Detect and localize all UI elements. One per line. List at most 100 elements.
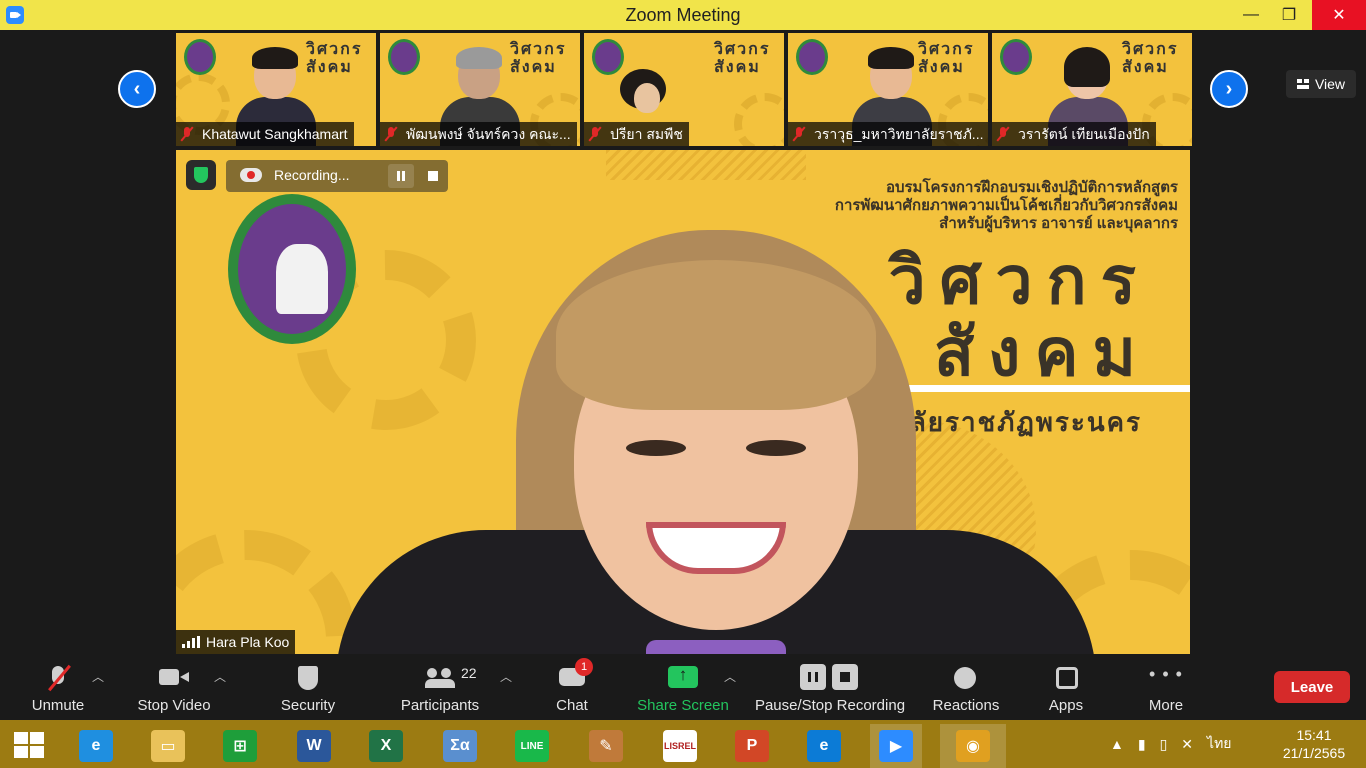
university-seal-icon [796,39,828,75]
participant-tile[interactable]: วิศวกร สังคม ปรียา สมพืช [584,33,784,146]
windows-start-button[interactable] [14,732,46,758]
math-icon: Σα [443,730,477,762]
leave-button[interactable]: Leave [1274,671,1350,703]
poster-line-3: สำหรับผู้บริหาร อาจารย์ และบุคลากร [939,215,1178,232]
mic-muted-icon [792,126,806,142]
word-icon: W [297,730,331,762]
apps-label: Apps [1048,697,1084,714]
taskbar-app[interactable]: e [70,724,122,768]
taskbar-app[interactable]: e [798,724,850,768]
chat-label: Chat [556,697,588,714]
file-explorer-icon: ▭ [151,730,185,762]
chevron-left-icon: ‹ [133,77,141,100]
gallery-prev-button[interactable]: ‹ [118,70,156,108]
taskbar-app[interactable]: ▶ [870,724,922,768]
taskbar-app[interactable]: ▭ [142,724,194,768]
smiley-icon [951,664,981,690]
share-screen-icon [668,664,698,690]
taskbar-app[interactable]: Σα [434,724,486,768]
participant-name: Khatawut Sangkhamart [202,126,348,142]
security-button[interactable]: Security [268,656,348,720]
security-label: Security [280,697,336,714]
participant-nameplate: วราวุธ_มหาวิทยาลัยราชภั... [788,122,988,146]
participants-button[interactable]: 22 Participants [395,656,485,720]
gallery-strip: ‹ วิศวกร สังคม Khatawut Sangkhamart วิศว… [0,30,1366,148]
mic-muted-icon [588,126,602,142]
stop-recording-button[interactable] [420,164,446,188]
tile-poster-text: วิศวกร สังคม [714,41,771,76]
pause-recording-button[interactable] [388,164,414,188]
paint-icon: ✎ [589,730,623,762]
pause-stop-recording-label: Pause/Stop Recording [754,697,906,714]
maximize-button[interactable]: ❐ [1266,0,1312,30]
video-options-caret[interactable]: ︿ [214,668,226,685]
grid-view-icon [1296,79,1309,89]
audio-options-caret[interactable]: ︿ [92,668,104,685]
mic-muted-icon [996,126,1010,142]
unmute-button[interactable]: Unmute [18,656,98,720]
participant-tile[interactable]: วิศวกร สังคม วรารัตน์ เทียนเมืองปัก [992,33,1192,146]
chat-button[interactable]: 1 Chat [536,656,608,720]
encryption-shield-button[interactable] [186,160,216,190]
tray-overflow-icon[interactable]: ▲ [1110,736,1124,752]
recording-indicator: Recording... [226,160,448,192]
reactions-button[interactable]: Reactions [926,656,1006,720]
stop-video-button[interactable]: Stop Video [130,656,218,720]
pause-stop-recording-button[interactable]: Pause/Stop Recording [750,656,910,720]
more-label: More [1148,697,1184,714]
participants-options-caret[interactable]: ︿ [500,668,512,685]
meeting-toolbar: Unmute ︿ Stop Video ︿ Security 22 Partic… [0,656,1366,720]
taskbar-app[interactable]: ✎ [580,724,632,768]
more-button[interactable]: More [1136,656,1196,720]
taskbar-app[interactable]: W [288,724,340,768]
taskbar-app[interactable]: X [360,724,412,768]
view-button[interactable]: View [1286,70,1356,98]
battery-icon[interactable]: ▯ [1160,736,1168,753]
participant-tile[interactable]: วิศวกร สังคม Khatawut Sangkhamart [176,33,376,146]
participant-tile[interactable]: วิศวกร สังคม พัฒนพงษ์ จันทร์ควง คณะ... [380,33,580,146]
university-seal-icon [592,39,624,75]
line-icon: LINE [515,730,549,762]
unmute-label: Unmute [31,697,85,714]
lisrel-icon: LISREL [663,730,697,762]
main-speaker-video: อบรมโครงการฝึกอบรมเชิงปฏิบัติการหลักสูตร… [176,150,1190,654]
taskbar-clock[interactable]: 15:41 21/1/2565 [1276,726,1352,762]
apps-icon [1051,664,1081,690]
participant-nameplate: วรารัตน์ เทียนเมืองปัก [992,122,1156,146]
university-seal-icon [184,39,216,75]
share-options-caret[interactable]: ︿ [724,668,736,685]
apps-button[interactable]: Apps [1036,656,1096,720]
restore-icon: ❐ [1281,7,1297,24]
university-seal-icon [228,194,356,344]
mic-muted-icon [180,126,194,142]
participants-icon [425,664,455,690]
participant-name: วรารัตน์ เทียนเมืองปัก [1018,126,1150,142]
network-signal-icon[interactable]: ▮ [1138,736,1146,753]
recording-label: Recording... [274,167,350,183]
volume-muted-icon[interactable]: ✕ [1181,736,1193,753]
participant-tile[interactable]: วิศวกร สังคม วราวุธ_มหาวิทยาลัยราชภั... [788,33,988,146]
powerpoint-icon: P [735,730,769,762]
stop-icon [428,171,438,181]
university-seal-icon [1000,39,1032,75]
taskbar-app[interactable]: ⊞ [214,724,266,768]
participant-name: พัฒนพงษ์ จันทร์ควง คณะ... [406,126,571,142]
more-dots-icon [1147,664,1185,690]
close-button[interactable]: ✕ [1312,0,1366,30]
share-screen-button[interactable]: Share Screen [634,656,732,720]
signal-strength-icon [182,636,200,648]
taskbar-app[interactable]: LINE [506,724,558,768]
participant-nameplate: พัฒนพงษ์ จันทร์ควง คณะ... [380,122,577,146]
poster-line-1: อบรมโครงการฝึกอบรมเชิงปฏิบัติการหลักสูตร [885,179,1178,196]
participant-name: วราวุธ_มหาวิทยาลัยราชภั... [814,126,984,142]
tile-poster-text: วิศวกร สังคม [1122,41,1179,76]
taskbar-app[interactable]: LISREL [654,724,706,768]
taskbar-app[interactable]: P [726,724,778,768]
input-language[interactable]: ไทย [1207,733,1231,755]
poster-title-2: สังคม [933,315,1150,389]
university-seal-icon [388,39,420,75]
gallery-next-button[interactable]: › [1210,70,1248,108]
main-speaker-name: Hara Pla Koo [206,634,290,650]
mic-muted-icon [384,126,398,142]
taskbar-app[interactable]: ◉ [940,724,1006,768]
